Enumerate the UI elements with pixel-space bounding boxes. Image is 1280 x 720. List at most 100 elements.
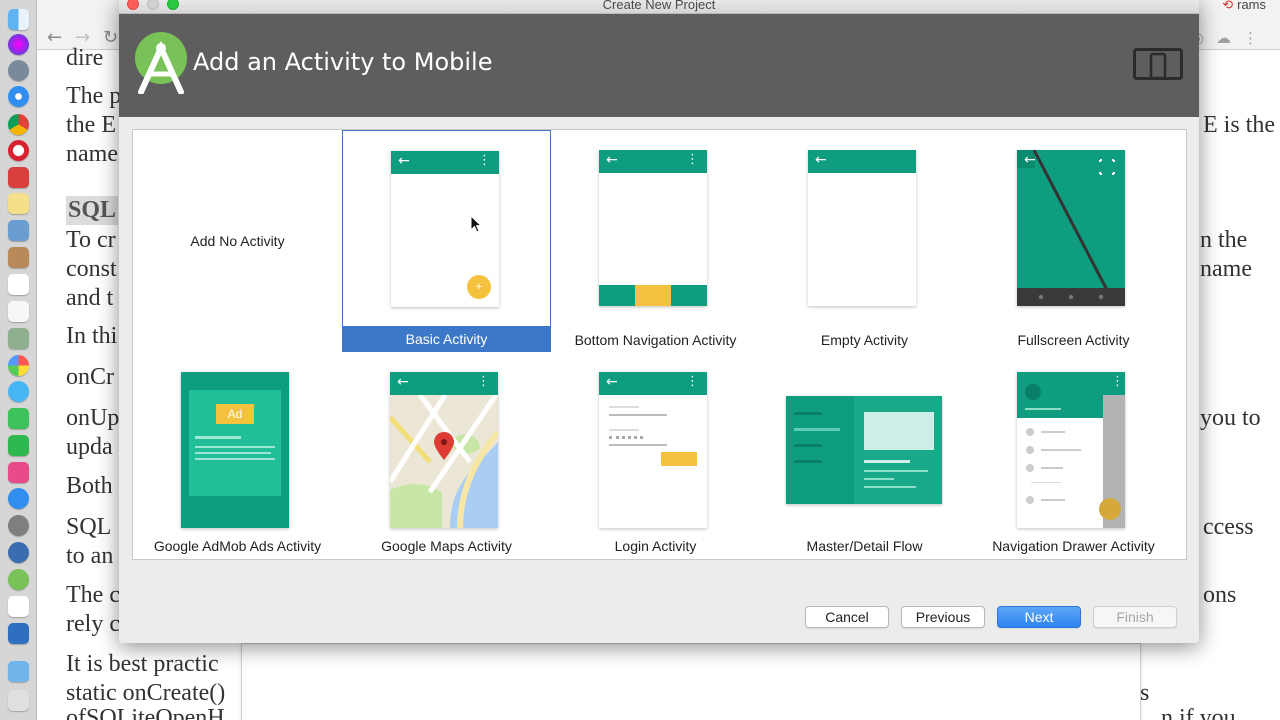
- activity-tile-master-detail[interactable]: Master/Detail Flow: [760, 352, 969, 559]
- dock: [0, 0, 37, 720]
- activity-tile-admob[interactable]: Ad Google AdMob Ads Activity: [133, 352, 342, 559]
- browser-user-chip[interactable]: ⟲ rams: [1222, 0, 1266, 13]
- activity-label: Login Activity: [614, 538, 697, 554]
- ad-panel: Ad: [189, 390, 281, 496]
- facetime-icon[interactable]: [8, 408, 29, 429]
- browser-reload-icon[interactable]: ↻: [103, 27, 118, 48]
- xcode-icon[interactable]: [8, 623, 29, 644]
- bg-text: ofSQLiteOpenH: [66, 705, 225, 720]
- browser-tools[interactable]: ◎☁⋮: [1191, 29, 1270, 47]
- bg-text: upda: [66, 434, 113, 460]
- device-form-factor-icon: [1133, 48, 1183, 80]
- itunes-icon[interactable]: [8, 462, 29, 483]
- bg-text: the E: [66, 112, 116, 138]
- folder-icon[interactable]: [8, 661, 29, 682]
- chrome-icon[interactable]: [8, 114, 29, 135]
- bg-text: and t: [66, 285, 114, 311]
- page-title: Add an Activity to Mobile: [193, 48, 493, 76]
- bg-text: const: [66, 256, 117, 282]
- ad-badge: Ad: [216, 404, 254, 424]
- fab: +: [467, 275, 491, 299]
- activity-label: Bottom Navigation Activity: [574, 332, 737, 348]
- activity-tile-empty[interactable]: ← Empty Activity: [760, 130, 969, 352]
- activity-tile-basic[interactable]: ← ⋮ + Basic Activity: [342, 130, 551, 352]
- activity-gallery: Add No Activity ← ⋮ + Basic Activity ← ⋮: [132, 129, 1187, 560]
- activity-tile-login[interactable]: ← ⋮ Login Activity: [551, 352, 760, 559]
- overflow-menu-icon: ⋮: [686, 152, 699, 167]
- app-bar: ← ⋮: [599, 150, 707, 173]
- avatar: [1025, 384, 1041, 400]
- app-bar: ← ⋮: [390, 372, 498, 395]
- quicktime-icon[interactable]: [8, 542, 29, 563]
- activity-thumbnail: [786, 396, 942, 504]
- activity-thumbnail: ← ⋮ +: [391, 151, 499, 307]
- dialog-header: Add an Activity to Mobile: [119, 14, 1199, 117]
- activity-tile-bottom-navigation[interactable]: ← ⋮ Bottom Navigation Activity: [551, 130, 760, 352]
- activity-label: Add No Activity: [190, 233, 285, 249]
- trash-icon[interactable]: [8, 690, 29, 711]
- bg-text: ccess: [1203, 514, 1254, 540]
- activity-label: Google AdMob Ads Activity: [153, 538, 322, 554]
- bg-text: onCr: [66, 364, 114, 390]
- bg-text: E is the: [1203, 112, 1275, 138]
- photos-icon[interactable]: [8, 355, 29, 376]
- reminders-icon[interactable]: [8, 301, 29, 322]
- user-icon: ⟲: [1222, 0, 1234, 12]
- finder-icon[interactable]: [8, 9, 29, 30]
- phone-icon[interactable]: [8, 435, 29, 456]
- previous-button[interactable]: Previous: [901, 606, 985, 628]
- activity-tile-maps[interactable]: ← ⋮ Google Maps Activity: [342, 352, 551, 559]
- calendar-icon[interactable]: [8, 274, 29, 295]
- activity-thumbnail: ← ⋮: [599, 372, 707, 528]
- app-bar: ← ⋮: [599, 372, 707, 395]
- system-preferences-icon[interactable]: [8, 515, 29, 536]
- overflow-menu-icon: ⋮: [686, 374, 699, 389]
- image-capture-icon[interactable]: [8, 328, 29, 349]
- preview-icon[interactable]: [8, 220, 29, 241]
- back-arrow-icon: ←: [1024, 152, 1036, 168]
- next-button[interactable]: Next: [997, 606, 1081, 628]
- window-titlebar: Create New Project: [119, 0, 1199, 14]
- opera-icon[interactable]: [8, 140, 29, 161]
- finish-button[interactable]: Finish: [1093, 606, 1177, 628]
- launchpad-icon[interactable]: [8, 60, 29, 81]
- mouse-cursor-icon: [470, 215, 482, 233]
- bg-text: To cr: [66, 227, 116, 253]
- activity-label: Navigation Drawer Activity: [992, 538, 1155, 554]
- activity-thumbnail: ⋮: [1017, 372, 1125, 528]
- bg-text: dire: [66, 45, 104, 71]
- bottom-nav-bar: [599, 285, 707, 306]
- safari-icon[interactable]: [8, 86, 29, 107]
- bg-text: It is best practic: [66, 651, 219, 677]
- activity-thumbnail: ← ⋮: [390, 372, 498, 528]
- browser-back-icon[interactable]: ←: [47, 27, 62, 48]
- messages-icon[interactable]: [8, 381, 29, 402]
- back-arrow-icon: ←: [398, 153, 410, 169]
- activity-tile-no-activity[interactable]: Add No Activity: [133, 130, 342, 352]
- bg-text: name: [1200, 256, 1252, 282]
- bg-text: In thi: [66, 323, 118, 349]
- overflow-menu-icon: ⋮: [478, 153, 491, 168]
- bg-text: you to: [1200, 405, 1261, 431]
- app-store-icon[interactable]: [8, 488, 29, 509]
- activity-label: Fullscreen Activity: [1017, 332, 1130, 348]
- activity-label: Empty Activity: [820, 332, 909, 348]
- bg-text: name: [66, 141, 118, 167]
- bg-text: n the: [1200, 227, 1248, 253]
- siri-icon[interactable]: [8, 34, 29, 55]
- cancel-button[interactable]: Cancel: [805, 606, 889, 628]
- bg-text: rely c: [66, 611, 120, 637]
- vivaldi-icon[interactable]: [8, 167, 29, 188]
- create-project-dialog: Create New Project Add an Activity to Mo…: [119, 0, 1199, 643]
- app-bar: ←: [808, 150, 916, 173]
- script-editor-icon[interactable]: [8, 596, 29, 617]
- back-arrow-icon: ←: [397, 374, 409, 390]
- archive-icon[interactable]: [8, 247, 29, 268]
- back-arrow-icon: ←: [815, 152, 827, 168]
- android-studio-dock-icon[interactable]: [8, 569, 29, 590]
- activity-thumbnail: ← ⋮: [599, 150, 707, 306]
- activity-tile-fullscreen[interactable]: ← Fullscreen Activity: [969, 130, 1178, 352]
- notes-icon[interactable]: [8, 193, 29, 214]
- fullscreen-icon: [1099, 158, 1115, 174]
- activity-tile-navigation-drawer[interactable]: ⋮ Navigation Drawer Activity: [969, 352, 1178, 559]
